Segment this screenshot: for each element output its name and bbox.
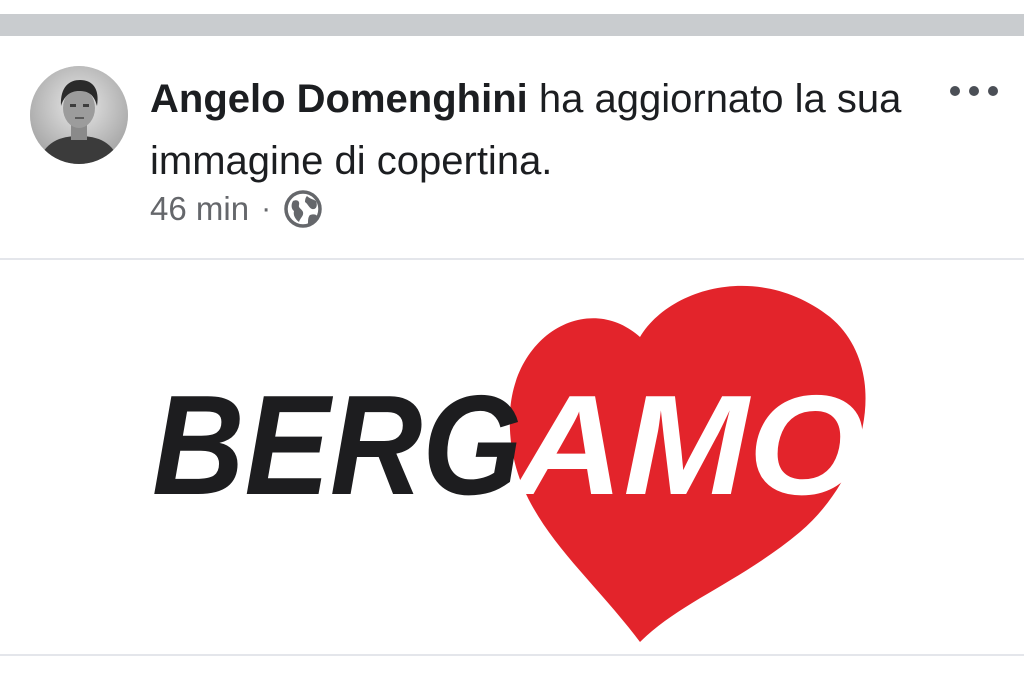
meta-separator: ·	[261, 192, 272, 225]
post-footer	[0, 656, 1024, 686]
timestamp[interactable]: 46 min	[150, 190, 249, 228]
more-options-icon[interactable]	[950, 76, 998, 106]
more-dot	[969, 86, 979, 96]
post-title: Angelo Domenghini ha aggiornato la sua i…	[150, 68, 910, 192]
more-dot	[950, 86, 960, 96]
logo-text-dark: BERG	[152, 366, 522, 525]
logo-text-light: AMO	[512, 366, 865, 525]
globe-icon[interactable]	[283, 189, 323, 229]
avatar[interactable]	[30, 66, 128, 164]
divider	[0, 258, 1024, 260]
more-dot	[988, 86, 998, 96]
cover-photo[interactable]: BERG AMO	[0, 262, 1024, 654]
feed-separator	[0, 14, 1024, 36]
author-name-link[interactable]: Angelo Domenghini	[150, 77, 528, 121]
post-header: Angelo Domenghini ha aggiornato la sua i…	[0, 36, 1024, 258]
post-meta: 46 min ·	[150, 184, 323, 234]
